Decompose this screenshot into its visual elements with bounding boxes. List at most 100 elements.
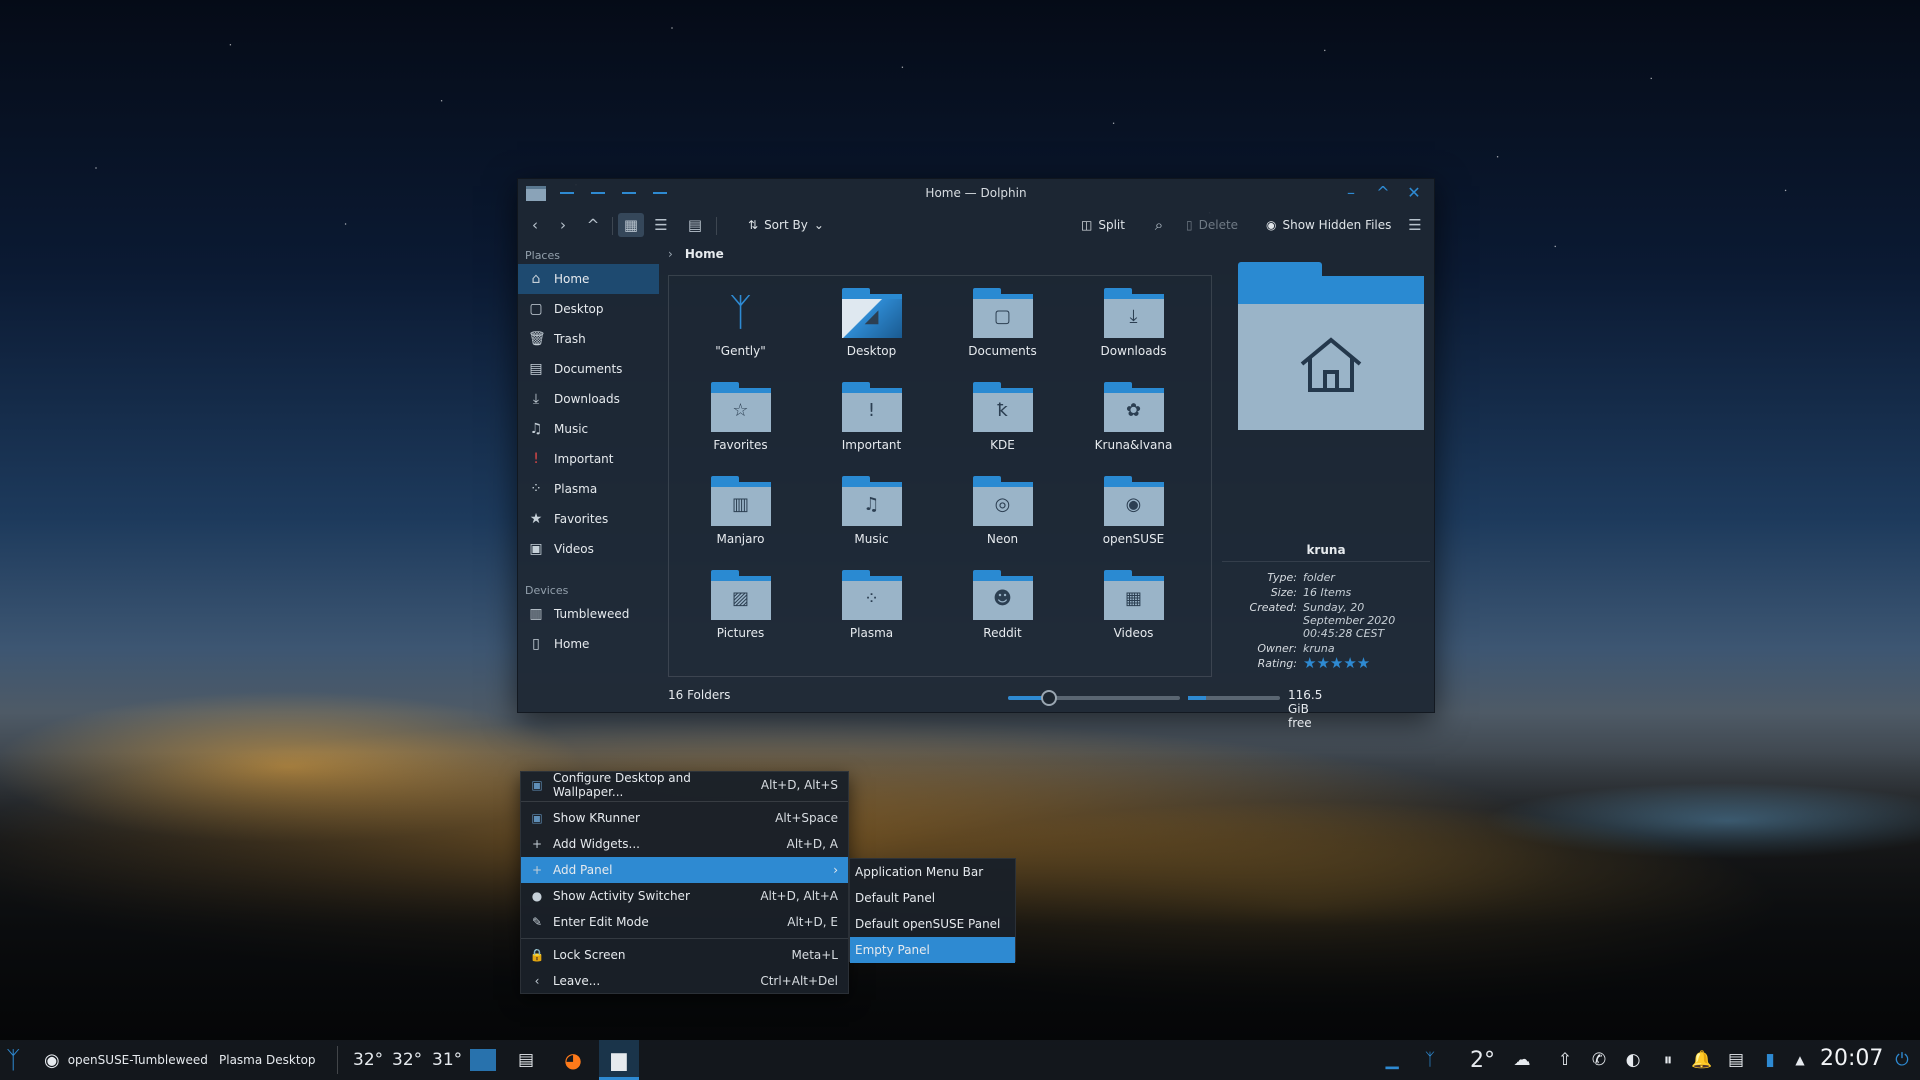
back-icon[interactable]: ‹ <box>522 213 548 237</box>
submenu-item-default-panel[interactable]: Default Panel <box>850 885 1015 911</box>
search-icon[interactable]: ⌕ <box>1146 213 1172 237</box>
opensuse-updater-icon[interactable]: ᛉ <box>1418 1048 1442 1072</box>
device-item-home[interactable]: ▯ Home <box>518 629 663 659</box>
title-bar[interactable]: Home — Dolphin – ^ ✕ <box>518 179 1434 207</box>
battery-icon[interactable]: ▮ <box>1758 1048 1782 1072</box>
application-launcher-icon[interactable]: ᛉ <box>6 1040 20 1080</box>
temperature-2[interactable]: 32° <box>392 1040 422 1080</box>
neon-icon: ◎ <box>994 494 1011 515</box>
plus-icon: + <box>531 863 543 877</box>
folder-item[interactable]: ◎ Neon <box>937 476 1068 570</box>
clock[interactable]: 20:07 <box>1820 1046 1883 1071</box>
folder-item[interactable]: ꝁ KDE <box>937 382 1068 476</box>
forward-icon[interactable]: › <box>550 213 576 237</box>
menu-separator <box>521 801 848 802</box>
folder-item[interactable]: ▦ Videos <box>1068 570 1199 664</box>
lock-icon: 🔒 <box>529 948 545 962</box>
menu-item-show-activity-switcher[interactable]: ● Show Activity Switcher Alt+D, Alt+A <box>521 883 848 909</box>
places-item-trash[interactable]: 🗑 Trash <box>518 324 663 354</box>
folder-item[interactable]: ☆ Favorites <box>675 382 806 476</box>
dolphin-task-icon[interactable]: ▆ <box>599 1040 639 1080</box>
places-item-downloads[interactable]: ⤓ Downloads <box>518 384 663 414</box>
breadcrumb[interactable]: › Home <box>668 247 724 261</box>
places-item-home[interactable]: ⌂ Home <box>518 264 659 294</box>
menu-item-leave[interactable]: ‹ Leave... Ctrl+Alt+Del <box>521 968 848 994</box>
menu-item-show-krunner[interactable]: ▣ Show KRunner Alt+Space <box>521 805 848 831</box>
night-color-icon[interactable]: ◐ <box>1621 1048 1645 1072</box>
submenu-item-empty-panel[interactable]: Empty Panel <box>850 937 1015 963</box>
folder-item[interactable]: ✿ Kruna&Ivana <box>1068 382 1199 476</box>
places-item-important[interactable]: ! Important <box>518 444 663 474</box>
film-icon: ▦ <box>1124 588 1142 609</box>
folder-item[interactable]: ▨ Pictures <box>675 570 806 664</box>
temperature-3[interactable]: 31° <box>432 1040 462 1080</box>
temperature-1[interactable]: 32° <box>353 1040 383 1080</box>
firefox-icon[interactable]: ◕ <box>559 1040 587 1080</box>
hamburger-menu-icon[interactable]: ☰ <box>1402 213 1428 237</box>
folder-item[interactable]: ⁘ Plasma <box>806 570 937 664</box>
split-button[interactable]: ◫ Split <box>1081 213 1125 237</box>
sort-by-button[interactable]: ⇅ Sort By ⌄ <box>748 213 824 237</box>
places-item-videos[interactable]: ▣ Videos <box>518 534 663 564</box>
activities-icon: ◉ <box>44 1049 60 1071</box>
bell-icon[interactable]: 🔔 <box>1690 1048 1714 1072</box>
details-view-icon[interactable]: ▤ <box>682 213 708 237</box>
menu-item-enter-edit-mode[interactable]: ✎ Enter Edit Mode Alt+D, E <box>521 909 848 935</box>
compact-view-icon[interactable]: ☰ <box>648 213 674 237</box>
display-icon[interactable]: ▁ <box>1380 1048 1404 1072</box>
menu-item-add-panel[interactable]: + Add Panel › <box>521 857 848 883</box>
places-item-desktop[interactable]: ▢ Desktop <box>518 294 663 324</box>
places-item-music[interactable]: ♫ Music <box>518 414 663 444</box>
activity-switcher[interactable]: ◉ openSUSE-Tumbleweed <box>44 1040 208 1080</box>
folder-item[interactable]: ▢ Documents <box>937 288 1068 382</box>
menu-item-lock-screen[interactable]: 🔒 Lock Screen Meta+L <box>521 942 848 968</box>
close-icon[interactable]: ✕ <box>1404 183 1424 203</box>
places-item-favorites[interactable]: ★ Favorites <box>518 504 663 534</box>
zoom-slider[interactable] <box>1008 690 1180 706</box>
device-item-tumbleweed[interactable]: ▥ Tumbleweed <box>518 599 663 629</box>
upload-icon[interactable]: ⇧ <box>1553 1048 1577 1072</box>
weather-temperature[interactable]: 2° <box>1470 1040 1495 1080</box>
task-icon[interactable]: ▤ <box>514 1040 538 1080</box>
pause-icon[interactable]: ⏸ <box>1656 1048 1680 1072</box>
show-hidden-files-button[interactable]: ◉ Show Hidden Files <box>1266 213 1391 237</box>
places-item-plasma[interactable]: ⁘ Plasma <box>518 474 663 504</box>
rating-stars[interactable]: ★★★★★ <box>1303 656 1425 671</box>
expand-tray-icon[interactable]: ▲ <box>1788 1048 1812 1072</box>
phone-icon[interactable]: ✆ <box>1587 1048 1611 1072</box>
dolphin-window[interactable]: Home — Dolphin – ^ ✕ ‹ › ^ ▦ ☰ ▤ ⇅ Sort … <box>517 178 1435 730</box>
folder-item[interactable]: ◉ openSUSE <box>1068 476 1199 570</box>
activities-icon: ● <box>531 889 543 903</box>
devices-header: Devices <box>525 584 569 597</box>
star-icon: ☆ <box>732 400 749 421</box>
size-key: Size: <box>1270 586 1297 599</box>
pager-desktop-1[interactable] <box>468 1040 498 1080</box>
delete-button[interactable]: ▯ Delete <box>1186 213 1238 237</box>
folder-item[interactable]: ᛉ "Gently" <box>675 288 806 382</box>
folder-item[interactable]: ☻ Reddit <box>937 570 1068 664</box>
clipboard-icon[interactable]: ▤ <box>1724 1048 1748 1072</box>
icons-view-icon[interactable]: ▦ <box>618 213 644 237</box>
cloud-icon[interactable]: ☁ <box>1510 1048 1534 1072</box>
menu-item-add-widgets[interactable]: + Add Widgets... Alt+D, A <box>521 831 848 857</box>
folder-item[interactable]: ! Important <box>806 382 937 476</box>
menu-item-shortcut: Alt+D, E <box>787 915 838 929</box>
maximize-icon[interactable]: ^ <box>1373 183 1393 203</box>
folder-item[interactable]: ♫ Music <box>806 476 937 570</box>
places-item-documents[interactable]: ▤ Documents <box>518 354 663 384</box>
folder-item[interactable]: ◢ Desktop <box>806 288 937 382</box>
breadcrumb-home[interactable]: Home <box>685 247 724 261</box>
folder-item[interactable]: ⤓ Downloads <box>1068 288 1199 382</box>
desktop-name[interactable]: Plasma Desktop <box>219 1040 316 1080</box>
menu-item-label: Add Panel <box>553 863 613 877</box>
plus-icon: + <box>531 837 543 851</box>
submenu-item-default-opensuse-panel[interactable]: Default openSUSE Panel <box>850 911 1015 937</box>
zoom-slider-handle[interactable] <box>1041 690 1058 706</box>
places-item-label: Trash <box>554 332 586 346</box>
minimize-icon[interactable]: – <box>1341 183 1361 203</box>
folder-item[interactable]: ▥ Manjaro <box>675 476 806 570</box>
power-icon[interactable]: ⏻ <box>1890 1048 1914 1072</box>
menu-item-configure-desktop-and-wallpaper[interactable]: ▣ Configure Desktop and Wallpaper... Alt+D… <box>521 771 848 799</box>
up-icon[interactable]: ^ <box>580 213 606 237</box>
submenu-item-application-menu-bar[interactable]: Application Menu Bar <box>850 859 1015 885</box>
